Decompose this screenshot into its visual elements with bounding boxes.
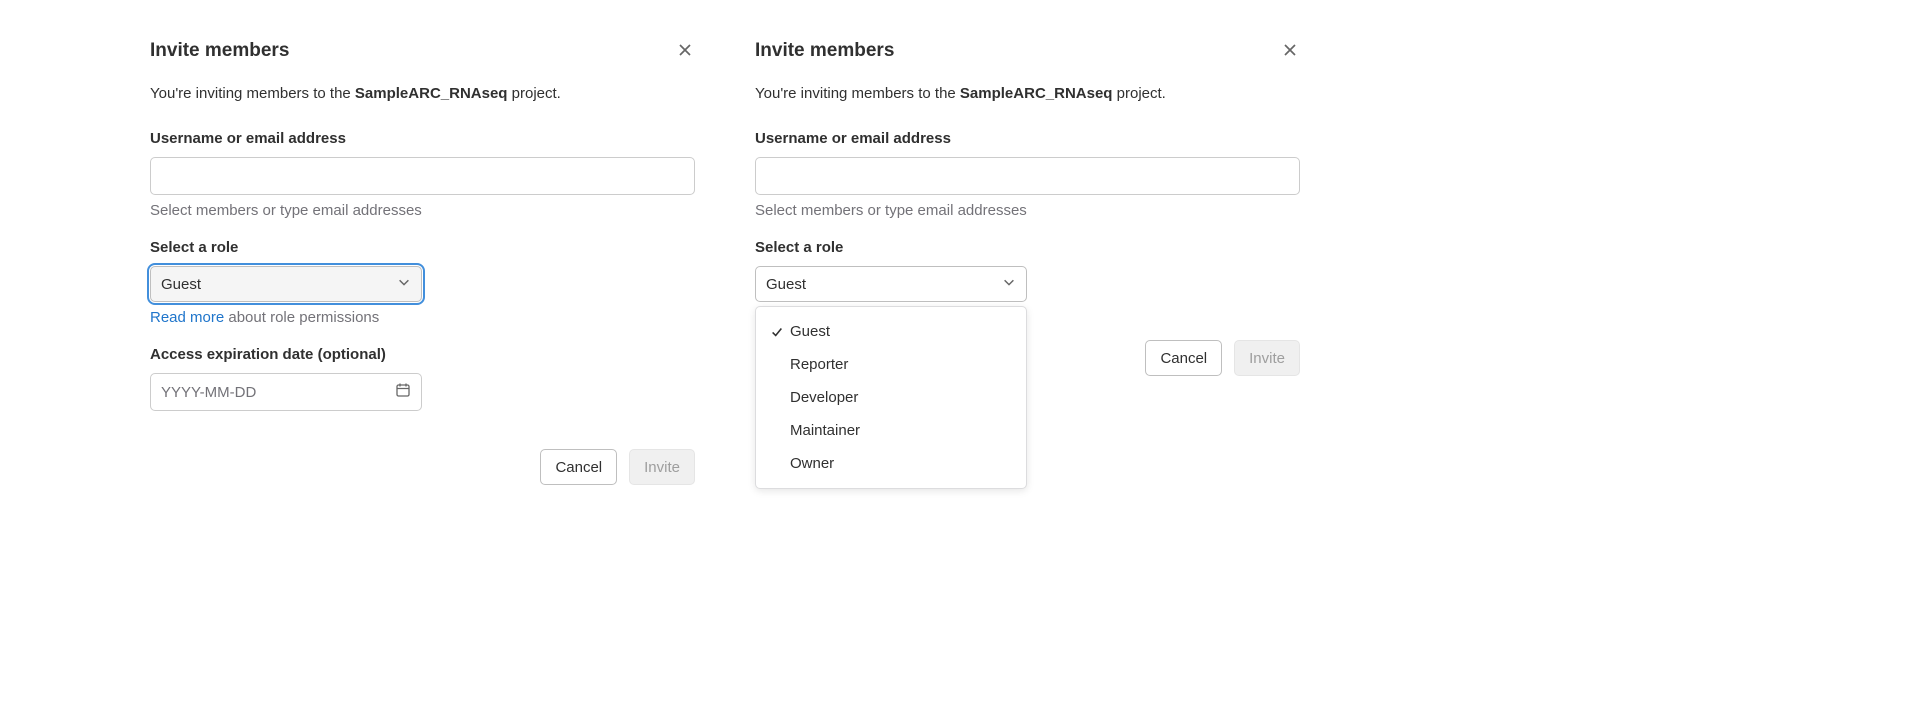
username-label: Username or email address <box>150 130 695 147</box>
username-group: Username or email address Select members… <box>150 130 695 219</box>
invite-button[interactable]: Invite <box>1234 340 1300 376</box>
calendar-icon <box>395 382 411 402</box>
invite-members-dialog-closed: Invite members You're inviting members t… <box>150 40 695 485</box>
expiration-placeholder: YYYY-MM-DD <box>161 384 256 401</box>
role-option-label: Guest <box>790 323 830 340</box>
dialog-header: Invite members <box>755 40 1300 65</box>
expiration-label: Access expiration date (optional) <box>150 346 695 363</box>
dialog-title: Invite members <box>755 40 894 62</box>
close-icon <box>1282 45 1298 62</box>
invite-members-dialog-open: Invite members You're inviting members t… <box>755 40 1300 485</box>
role-option[interactable]: Developer <box>756 381 1026 414</box>
close-icon <box>677 45 693 62</box>
role-option-label: Developer <box>790 389 858 406</box>
username-label: Username or email address <box>755 130 1300 147</box>
role-option[interactable]: Owner <box>756 447 1026 480</box>
dialog-header: Invite members <box>150 40 695 65</box>
invite-button[interactable]: Invite <box>629 449 695 485</box>
role-option-label: Owner <box>790 455 834 472</box>
project-name: SampleARC_RNAseq <box>355 85 508 102</box>
cancel-button[interactable]: Cancel <box>1145 340 1222 376</box>
expiration-date-input[interactable]: YYYY-MM-DD <box>150 373 422 411</box>
username-input[interactable] <box>755 157 1300 195</box>
role-helper: Read more about role permissions <box>150 309 695 326</box>
role-select-value: Guest <box>766 276 806 293</box>
role-option-label: Reporter <box>790 356 848 373</box>
dialog-description: You're inviting members to the SampleARC… <box>755 85 1300 102</box>
check-icon <box>770 325 790 339</box>
description-prefix: You're inviting members to the <box>150 85 355 102</box>
description-suffix: project. <box>507 85 560 102</box>
close-button[interactable] <box>1280 40 1300 65</box>
chevron-down-icon <box>397 275 411 293</box>
role-option-label: Maintainer <box>790 422 860 439</box>
role-dropdown-menu: Guest Reporter Developer Maintainer Owner <box>755 306 1027 489</box>
role-label: Select a role <box>150 239 695 256</box>
cancel-button[interactable]: Cancel <box>540 449 617 485</box>
read-more-link[interactable]: Read more <box>150 309 224 326</box>
dialog-footer: Cancel Invite <box>150 449 695 485</box>
expiration-group: Access expiration date (optional) YYYY-M… <box>150 346 695 411</box>
role-select[interactable]: Guest <box>755 266 1027 302</box>
username-group: Username or email address Select members… <box>755 130 1300 219</box>
username-helper: Select members or type email addresses <box>150 202 695 219</box>
dialog-title: Invite members <box>150 40 289 62</box>
role-group: Select a role Guest GuestReporterDevelop… <box>755 239 1300 302</box>
close-button[interactable] <box>675 40 695 65</box>
dialog-description: You're inviting members to the SampleARC… <box>150 85 695 102</box>
chevron-down-icon <box>1002 275 1016 293</box>
project-name: SampleARC_RNAseq <box>960 85 1113 102</box>
role-group: Select a role Guest Read more about role… <box>150 239 695 326</box>
username-input[interactable] <box>150 157 695 195</box>
description-suffix: project. <box>1112 85 1165 102</box>
description-prefix: You're inviting members to the <box>755 85 960 102</box>
role-option[interactable]: Reporter <box>756 348 1026 381</box>
role-select[interactable]: Guest <box>150 266 422 302</box>
role-label: Select a role <box>755 239 1300 256</box>
username-helper: Select members or type email addresses <box>755 202 1300 219</box>
role-option[interactable]: Maintainer <box>756 414 1026 447</box>
role-select-value: Guest <box>161 276 201 293</box>
role-option[interactable]: Guest <box>756 315 1026 348</box>
role-helper-rest: about role permissions <box>224 309 379 326</box>
